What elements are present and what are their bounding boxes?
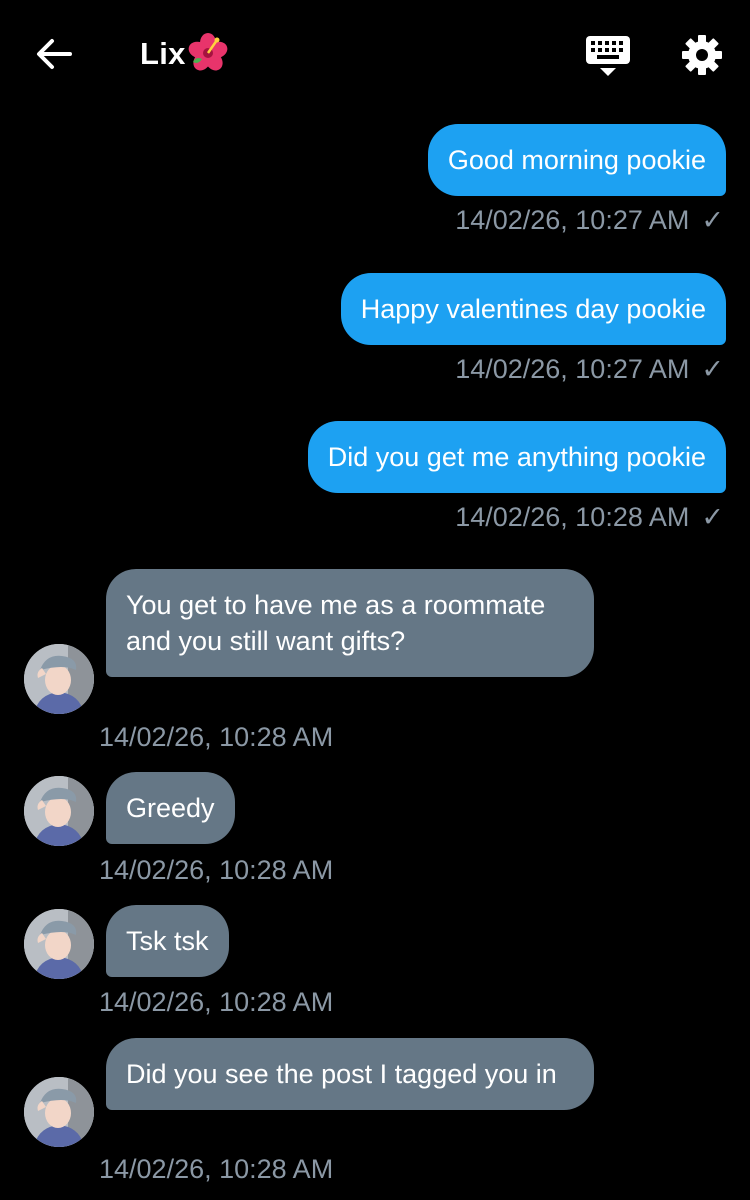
contact-avatar[interactable] xyxy=(24,909,94,979)
message-text: You get to have me as a roommate and you… xyxy=(126,590,546,656)
message-timestamp: 14/02/26, 10:27 AM ✓ xyxy=(455,205,724,236)
contact-name: Lix xyxy=(140,36,186,71)
message-text: Greedy xyxy=(126,793,215,823)
message-text: Good morning pookie xyxy=(447,145,706,175)
message-text: Tsk tsk xyxy=(126,926,209,956)
sent-check-icon: ✓ xyxy=(701,354,724,384)
timestamp-text: 14/02/26, 10:28 AM xyxy=(455,502,690,532)
message-timestamp: 14/02/26, 10:28 AM xyxy=(99,855,334,885)
outgoing-message-bubble[interactable]: Good morning pookie xyxy=(427,124,726,196)
message-timestamp: 14/02/26, 10:28 AM xyxy=(99,722,334,752)
sent-check-icon: ✓ xyxy=(701,205,724,235)
outgoing-message-bubble[interactable]: Happy valentines day pookie xyxy=(340,273,726,345)
message-text: Happy valentines day pookie xyxy=(360,294,706,324)
sent-check-icon: ✓ xyxy=(701,502,724,532)
chat-header: Lix xyxy=(0,0,750,108)
message-text: Did you get me anything pookie xyxy=(327,442,706,472)
contact-avatar[interactable] xyxy=(24,644,94,714)
message-timestamp: 14/02/26, 10:28 AM xyxy=(99,987,334,1017)
message-timestamp: 14/02/26, 10:28 AM xyxy=(99,1154,334,1184)
hibiscus-emoji-icon xyxy=(188,32,228,77)
gear-icon[interactable] xyxy=(680,33,724,77)
incoming-message-bubble[interactable]: Tsk tsk xyxy=(106,905,229,977)
message-text: Did you see the post I tagged you in xyxy=(126,1059,557,1089)
keyboard-icon[interactable] xyxy=(584,34,632,78)
incoming-message-bubble[interactable]: Did you see the post I tagged you in xyxy=(106,1038,594,1110)
outgoing-message-bubble[interactable]: Did you get me anything pookie xyxy=(307,421,726,493)
conversation-title[interactable]: Lix xyxy=(140,30,228,78)
message-timestamp: 14/02/26, 10:28 AM ✓ xyxy=(455,502,724,533)
incoming-message-bubble[interactable]: Greedy xyxy=(106,772,235,844)
message-timestamp: 14/02/26, 10:27 AM ✓ xyxy=(455,354,724,385)
timestamp-text: 14/02/26, 10:27 AM xyxy=(455,354,690,384)
incoming-message-bubble[interactable]: You get to have me as a roommate and you… xyxy=(106,569,594,677)
contact-avatar[interactable] xyxy=(24,1077,94,1147)
back-arrow-icon[interactable] xyxy=(32,34,76,74)
contact-avatar[interactable] xyxy=(24,776,94,846)
timestamp-text: 14/02/26, 10:27 AM xyxy=(455,205,690,235)
